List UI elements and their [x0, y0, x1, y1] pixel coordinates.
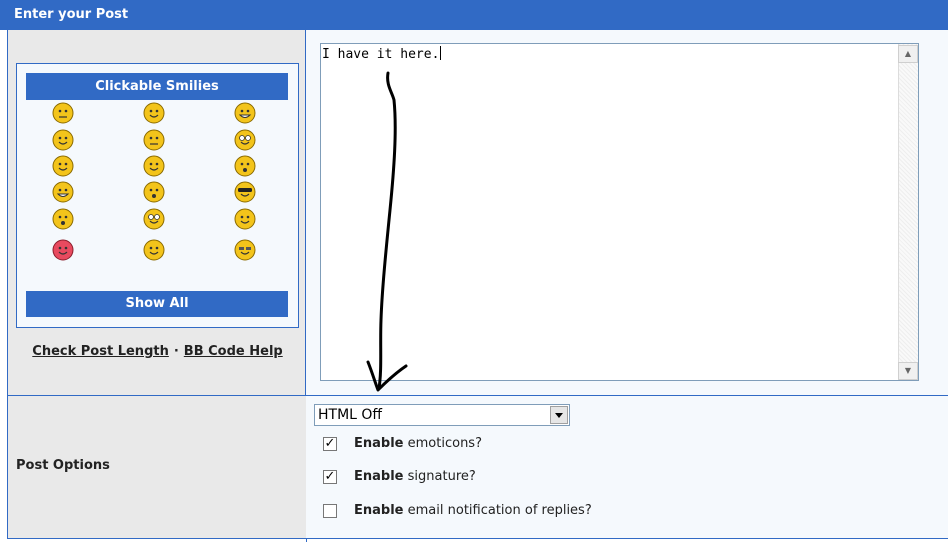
surprised-smiley-icon[interactable]: [143, 181, 165, 203]
option-text: signature?: [407, 469, 476, 484]
tongue-smiley-icon[interactable]: [52, 129, 74, 151]
show-all-button[interactable]: Show All: [26, 291, 288, 317]
smilies-title: Clickable Smilies: [26, 73, 288, 100]
wink-smiley-icon[interactable]: [143, 239, 165, 261]
rolling-eyes-smiley-icon[interactable]: [143, 208, 165, 230]
check-post-length-link[interactable]: Check Post Length: [32, 344, 169, 359]
flower-smiley-icon[interactable]: [143, 155, 165, 177]
angry-smiley-icon[interactable]: [143, 129, 165, 151]
signature-label: Enable signature?: [354, 469, 476, 484]
option-text: emoticons?: [407, 436, 482, 451]
neutral-smiley-icon[interactable]: [52, 102, 74, 124]
email-notification-checkbox[interactable]: [323, 504, 337, 518]
enable-text: Enable: [354, 503, 404, 518]
post-textarea-text: I have it here.: [322, 46, 442, 62]
cool-smiley-icon[interactable]: [234, 239, 256, 261]
post-textarea[interactable]: [320, 43, 919, 381]
confused-smiley-icon[interactable]: [234, 208, 256, 230]
link-separator: ·: [173, 344, 179, 359]
enable-text: Enable: [354, 469, 404, 484]
scroll-up-button[interactable]: ▲: [898, 45, 918, 63]
html-select-value: HTML Off: [318, 407, 383, 423]
post-options-label: Post Options: [16, 458, 110, 473]
sunglasses-smiley-icon[interactable]: [234, 181, 256, 203]
signature-checkbox[interactable]: ✓: [323, 470, 337, 484]
bb-code-help-link[interactable]: BB Code Help: [184, 344, 283, 359]
whistle-smiley-icon[interactable]: [234, 155, 256, 177]
smile-smiley-icon[interactable]: [143, 102, 165, 124]
grin-smiley-icon[interactable]: [234, 102, 256, 124]
row-divider-bottom: [7, 538, 948, 539]
shocked-smiley-icon[interactable]: [52, 208, 74, 230]
text-caret: [440, 46, 442, 60]
blushing-smiley-icon[interactable]: [52, 155, 74, 177]
emoticons-checkbox[interactable]: ✓: [323, 437, 337, 451]
big-grin-smiley-icon[interactable]: [52, 181, 74, 203]
enable-text: Enable: [354, 436, 404, 451]
wide-eyed-smiley-icon[interactable]: [234, 129, 256, 151]
emoticons-label: Enable emoticons?: [354, 436, 482, 451]
post-text: I have it here.: [322, 47, 440, 62]
in-love-smiley-icon[interactable]: [52, 239, 74, 261]
scroll-down-button[interactable]: ▼: [898, 362, 918, 380]
textarea-scrollbar[interactable]: [898, 44, 918, 380]
chevron-down-icon[interactable]: [550, 406, 568, 424]
email-notification-label: Enable email notification of replies?: [354, 503, 592, 518]
help-links: Check Post Length · BB Code Help: [16, 344, 299, 364]
option-text: email notification of replies?: [407, 503, 592, 518]
section-header: Enter your Post: [0, 0, 948, 30]
